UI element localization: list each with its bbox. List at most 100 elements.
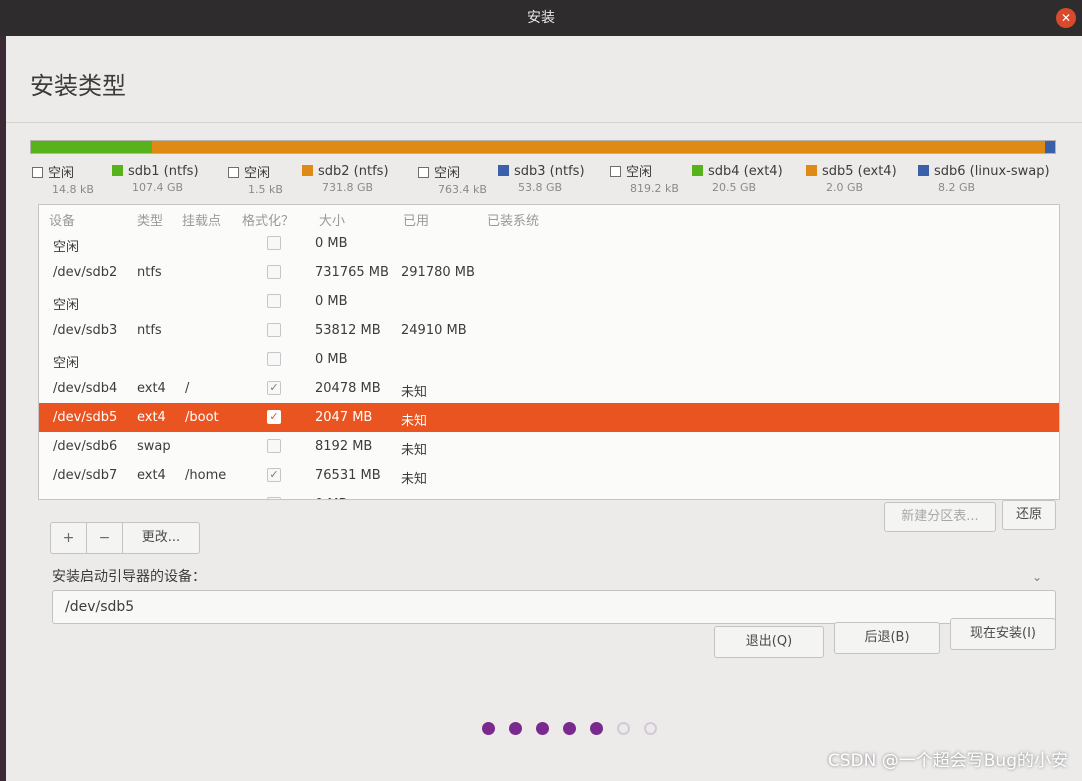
legend-swatch xyxy=(692,165,703,176)
partbar-segment-sdb2 xyxy=(151,141,1042,153)
table-row[interactable]: /dev/sdb2 ntfs 731765 MB 291780 MB xyxy=(39,258,1059,287)
legend-item: sdb6 (linux-swap) 8.2 GB xyxy=(918,160,1050,194)
row-mount: /home xyxy=(185,468,227,483)
watermark: CSDN @一个超会写Bug的小安 xyxy=(827,751,1068,771)
row-device: /dev/sdb5 xyxy=(53,410,118,425)
progress-dot xyxy=(509,722,522,735)
table-header: 设备 类型 挂载点 格式化？ 大小 已用 已装系统 xyxy=(39,205,1059,229)
header-size: 大小 xyxy=(319,214,346,229)
legend-label: 空闲 xyxy=(48,166,75,181)
back-button[interactable]: 后退(B) xyxy=(834,622,940,654)
row-device: 空闲 xyxy=(53,298,80,313)
row-mount: /boot xyxy=(185,410,219,425)
change-partition-button[interactable]: 更改... xyxy=(123,523,199,553)
format-checkbox[interactable] xyxy=(267,294,281,308)
legend-swatch xyxy=(302,165,313,176)
row-type: ext4 xyxy=(137,468,166,483)
legend-size: 8.2 GB xyxy=(938,181,976,194)
partbar-segment-sdb6 xyxy=(1044,141,1055,153)
row-device: /dev/sdb7 xyxy=(53,468,118,483)
format-checkbox[interactable] xyxy=(267,497,281,499)
legend-label: sdb6 (linux-swap) xyxy=(934,164,1050,179)
remove-partition-button[interactable]: − xyxy=(87,523,123,553)
install-now-button[interactable]: 现在安装(I) xyxy=(950,618,1056,650)
legend-item: sdb1 (ntfs) 107.4 GB xyxy=(112,160,199,194)
table-row[interactable]: 空闲 0 MB xyxy=(39,345,1059,374)
table-row[interactable]: /dev/sdb4 ext4 / ✓ 20478 MB 未知 xyxy=(39,374,1059,403)
header-mount: 挂载点 xyxy=(182,214,222,229)
legend-swatch xyxy=(610,166,621,177)
row-used: 291780 MB xyxy=(401,265,475,280)
row-size: 731765 MB xyxy=(315,265,389,280)
row-size: 0 MB xyxy=(315,236,348,251)
window-title: 安装 xyxy=(527,10,555,26)
legend-size: 819.2 kB xyxy=(630,182,679,195)
progress-dot xyxy=(644,722,657,735)
header-type: 类型 xyxy=(137,214,164,229)
legend-size: 2.0 GB xyxy=(826,181,864,194)
legend-swatch xyxy=(32,167,43,178)
row-device: /dev/sdb3 xyxy=(53,323,118,338)
row-device: /dev/sdb4 xyxy=(53,381,118,396)
progress-dot xyxy=(617,722,630,735)
row-type: ntfs xyxy=(137,265,162,280)
bootloader-device-select[interactable]: /dev/sdb5 xyxy=(52,590,1056,624)
legend-size: 107.4 GB xyxy=(132,181,184,194)
legend-size: 763.4 kB xyxy=(438,183,487,196)
format-checkbox[interactable] xyxy=(267,352,281,366)
row-used: 未知 xyxy=(401,414,428,429)
table-row[interactable]: /dev/sdb3 ntfs 53812 MB 24910 MB xyxy=(39,316,1059,345)
revert-button[interactable]: 还原 xyxy=(1002,500,1056,530)
row-size: 76531 MB xyxy=(315,468,381,483)
row-used: 未知 xyxy=(401,472,428,487)
table-row[interactable]: /dev/sdb5 ext4/boot ✓ 2047 MB 未知 xyxy=(39,403,1059,432)
legend-swatch xyxy=(918,165,929,176)
format-checkbox[interactable]: ✓ xyxy=(267,410,281,424)
new-partition-table-button[interactable]: 新建分区表... xyxy=(884,502,996,532)
legend-item: sdb5 (ext4) 2.0 GB xyxy=(806,160,897,194)
header-device: 设备 xyxy=(49,214,76,229)
add-partition-button[interactable]: + xyxy=(51,523,87,553)
table-row[interactable]: /dev/sdb6 swap 8192 MB 未知 xyxy=(39,432,1059,461)
progress-dot xyxy=(563,722,576,735)
format-checkbox[interactable] xyxy=(267,236,281,250)
installer-window: 安装类型 空闲 14.8 kB sdb1 (ntfs) 107.4 GB 空闲 1.5 k… xyxy=(6,36,1082,781)
partition-toolbar: + − 更改... xyxy=(50,522,200,554)
progress-dot xyxy=(590,722,603,735)
row-device: 空闲 xyxy=(53,497,79,499)
table-row[interactable]: 空闲 0 MB xyxy=(39,490,1059,499)
row-size: 0 MB xyxy=(315,497,348,499)
partition-table: 设备 类型 挂载点 格式化？ 大小 已用 已装系统 空闲 0 MB/dev/sdb… xyxy=(38,204,1060,500)
table-row[interactable]: 空闲 0 MB xyxy=(39,287,1059,316)
legend-item: sdb2 (ntfs) 731.8 GB xyxy=(302,160,389,194)
legend-label: 空闲 xyxy=(434,166,461,181)
legend-label: sdb2 (ntfs) xyxy=(318,164,389,179)
table-row[interactable]: /dev/sdb7 ext4/home ✓ 76531 MB 未知 xyxy=(39,461,1059,490)
close-icon[interactable]: ✕ xyxy=(1056,8,1076,28)
quit-button[interactable]: 退出(Q) xyxy=(714,626,824,658)
row-type: swap xyxy=(137,439,171,454)
legend-item: sdb3 (ntfs) 53.8 GB xyxy=(498,160,585,194)
chevron-down-icon[interactable]: ⌄ xyxy=(1032,570,1042,584)
format-checkbox[interactable] xyxy=(267,323,281,337)
header-format: 格式化？ xyxy=(242,214,295,229)
bootloader-device-label: 安装启动引导器的设备： xyxy=(52,569,206,585)
partition-legend: 空闲 14.8 kB sdb1 (ntfs) 107.4 GB 空闲 1.5 kB sdb2… xyxy=(32,160,1062,204)
format-checkbox[interactable] xyxy=(267,439,281,453)
row-size: 8192 MB xyxy=(315,439,373,454)
legend-item: sdb4 (ext4) 20.5 GB xyxy=(692,160,783,194)
row-device: 空闲 xyxy=(53,356,80,371)
progress-dot xyxy=(536,722,549,735)
row-type: ntfs xyxy=(137,323,162,338)
legend-label: 空闲 xyxy=(626,165,653,180)
row-size: 53812 MB xyxy=(315,323,381,338)
table-row[interactable]: 空闲 0 MB xyxy=(39,229,1059,258)
row-size: 20478 MB xyxy=(315,381,381,396)
format-checkbox[interactable] xyxy=(267,265,281,279)
row-size: 0 MB xyxy=(315,294,348,309)
row-size: 2047 MB xyxy=(315,410,373,425)
format-checkbox[interactable]: ✓ xyxy=(267,381,281,395)
legend-size: 14.8 kB xyxy=(52,183,94,196)
format-checkbox[interactable]: ✓ xyxy=(267,468,281,482)
legend-swatch xyxy=(806,165,817,176)
